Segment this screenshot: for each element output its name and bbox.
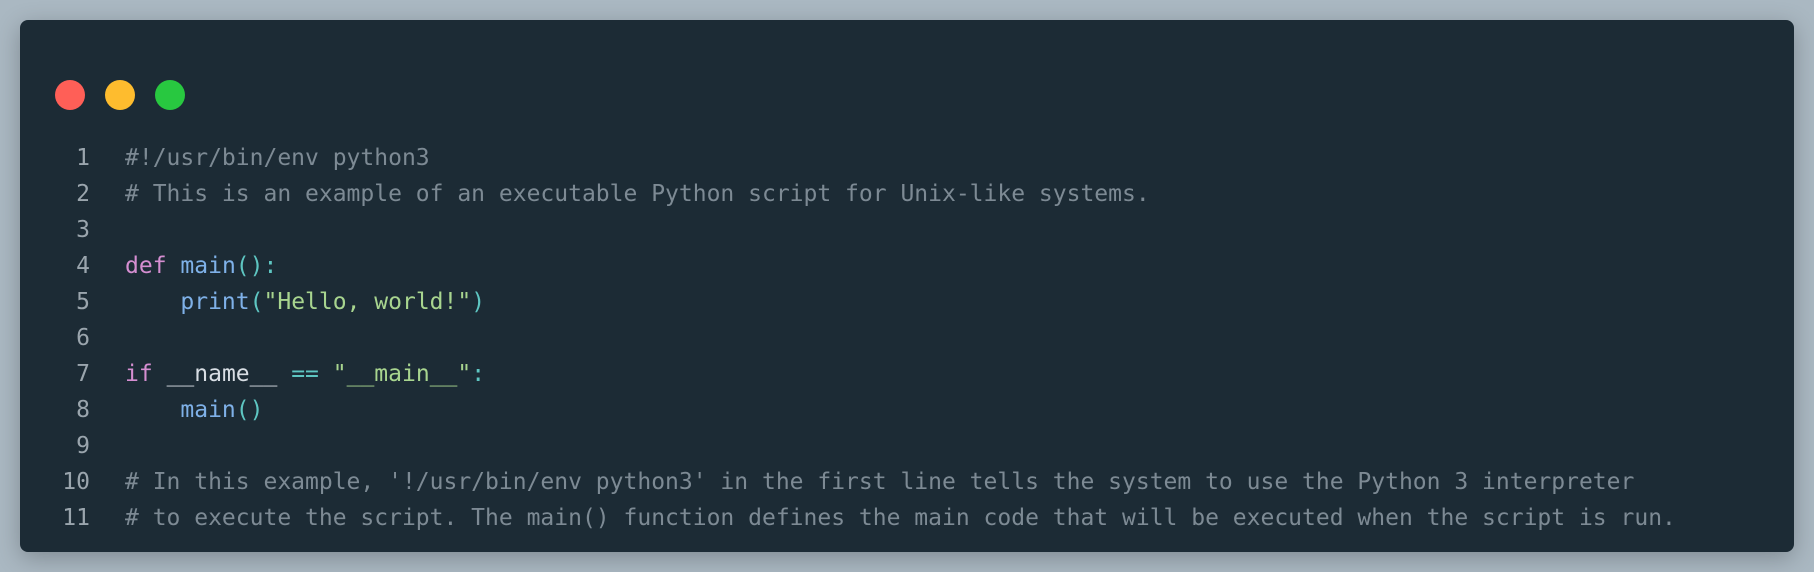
- empty-line: [90, 212, 125, 248]
- function-definition: def main():: [90, 248, 277, 284]
- code-line: 8 main(): [20, 392, 1676, 428]
- line-number: 5: [76, 289, 90, 315]
- minimize-button[interactable]: [105, 80, 135, 110]
- print-call: print: [180, 289, 250, 315]
- string-literal: "Hello, world!": [263, 289, 472, 315]
- code-block[interactable]: 1 #!/usr/bin/env python3 2 # This is an …: [20, 140, 1676, 536]
- code-line: 2 # This is an example of an executable …: [20, 176, 1676, 212]
- keyword-def: def: [125, 253, 167, 279]
- explanation-comment: # to execute the script. The main() func…: [125, 505, 1676, 531]
- empty-line: [90, 428, 125, 464]
- description-comment: # This is an example of an executable Py…: [125, 181, 1150, 207]
- line-number: 2: [76, 181, 90, 207]
- call-parens: (): [235, 397, 264, 423]
- line-number: 7: [76, 361, 90, 387]
- line-number: 6: [76, 325, 90, 351]
- line-number: 4: [76, 253, 90, 279]
- parameter-list: ():: [235, 253, 278, 279]
- close-paren: ): [471, 289, 486, 315]
- line-number: 9: [76, 433, 90, 459]
- line-number: 3: [76, 217, 90, 243]
- code-line: 4 def main():: [20, 248, 1676, 284]
- line-number: 8: [76, 397, 90, 423]
- keyword-if: if: [125, 361, 153, 387]
- open-paren: (: [249, 289, 264, 315]
- code-line: 6: [20, 320, 1676, 356]
- window-controls: [55, 80, 185, 110]
- equality-operator: ==: [291, 361, 319, 387]
- function-call: main: [180, 397, 236, 423]
- print-statement: print("Hello, world!"): [90, 284, 485, 320]
- line-number: 10: [62, 469, 90, 495]
- main-call: main(): [90, 392, 263, 428]
- code-line: 1 #!/usr/bin/env python3: [20, 140, 1676, 176]
- string-literal: "__main__": [332, 361, 472, 387]
- code-line: 9: [20, 428, 1676, 464]
- dunder-name: __name__: [166, 361, 278, 387]
- colon: :: [471, 361, 486, 387]
- code-window: 1 #!/usr/bin/env python3 2 # This is an …: [20, 20, 1794, 552]
- main-guard: if __name__ == "__main__":: [90, 356, 485, 392]
- shebang-comment: #!/usr/bin/env python3: [125, 145, 430, 171]
- close-button[interactable]: [55, 80, 85, 110]
- code-line: 5 print("Hello, world!"): [20, 284, 1676, 320]
- code-line: 10 # In this example, '!/usr/bin/env pyt…: [20, 464, 1676, 500]
- empty-line: [90, 320, 125, 356]
- code-line: 3: [20, 212, 1676, 248]
- code-line: 7 if __name__ == "__main__":: [20, 356, 1676, 392]
- line-number: 1: [76, 145, 90, 171]
- line-number: 11: [62, 505, 90, 531]
- function-name: main: [180, 253, 236, 279]
- maximize-button[interactable]: [155, 80, 185, 110]
- code-line: 11 # to execute the script. The main() f…: [20, 500, 1676, 536]
- explanation-comment: # In this example, '!/usr/bin/env python…: [125, 469, 1635, 495]
